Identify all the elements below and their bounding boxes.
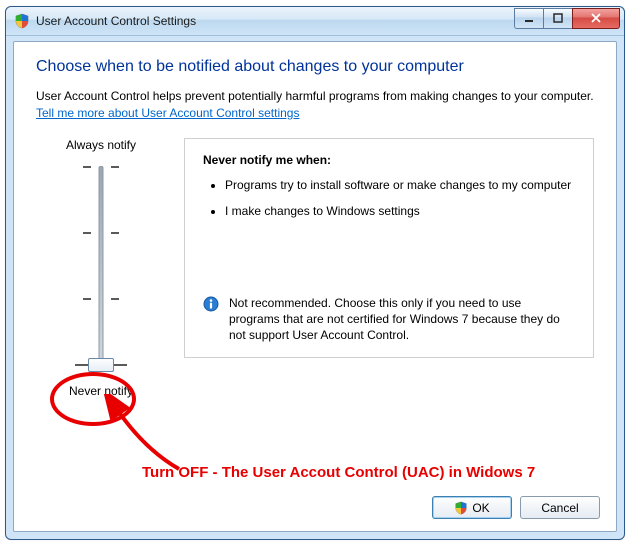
slider-label-bottom: Never notify — [36, 384, 166, 398]
annotation-arrow-icon — [104, 394, 194, 484]
page-heading: Choose when to be notified about changes… — [36, 58, 594, 76]
slider-tick — [111, 298, 119, 300]
slider-tick — [83, 166, 91, 168]
minimize-button[interactable] — [514, 8, 544, 29]
recommendation-note: Not recommended. Choose this only if you… — [203, 295, 575, 344]
ok-button-label: OK — [472, 501, 489, 515]
uac-settings-window: User Account Control Settings Choose whe… — [5, 6, 625, 540]
window-controls — [514, 8, 620, 29]
client-area: Choose when to be notified about changes… — [13, 41, 617, 532]
titlebar[interactable]: User Account Control Settings — [6, 7, 624, 36]
body-row: Always notify Never notify — [36, 138, 594, 398]
learn-more-link[interactable]: Tell me more about User Account Control … — [36, 106, 299, 120]
slider-tick — [111, 232, 119, 234]
cancel-button-label: Cancel — [541, 501, 578, 515]
content: Choose when to be notified about changes… — [36, 58, 594, 398]
uac-shield-icon — [454, 501, 468, 515]
slider-label-top: Always notify — [36, 138, 166, 152]
description-title: Never notify me when: — [203, 153, 575, 167]
ok-button[interactable]: OK — [432, 496, 512, 519]
notification-level-slider[interactable] — [61, 158, 141, 378]
description-panel: Never notify me when: Programs try to in… — [184, 138, 594, 358]
annotation-text: Turn OFF - The User Accout Control (UAC)… — [142, 464, 535, 481]
close-button[interactable] — [572, 8, 620, 29]
slider-tick — [111, 166, 119, 168]
cancel-button[interactable]: Cancel — [520, 496, 600, 519]
description-list: Programs try to install software or make… — [203, 177, 575, 219]
recommendation-text: Not recommended. Choose this only if you… — [229, 295, 575, 344]
info-icon — [203, 296, 219, 312]
list-item: I make changes to Windows settings — [225, 203, 575, 219]
slider-column: Always notify Never notify — [36, 138, 166, 398]
slider-thumb[interactable] — [88, 358, 114, 372]
list-item: Programs try to install software or make… — [225, 177, 575, 193]
intro-text: User Account Control helps prevent poten… — [36, 88, 594, 104]
window-title: User Account Control Settings — [36, 7, 514, 35]
slider-tick — [83, 232, 91, 234]
slider-track — [99, 166, 104, 370]
slider-tick — [83, 298, 91, 300]
dialog-footer: OK Cancel — [432, 496, 600, 519]
maximize-button[interactable] — [544, 8, 572, 29]
uac-shield-icon — [14, 13, 30, 29]
